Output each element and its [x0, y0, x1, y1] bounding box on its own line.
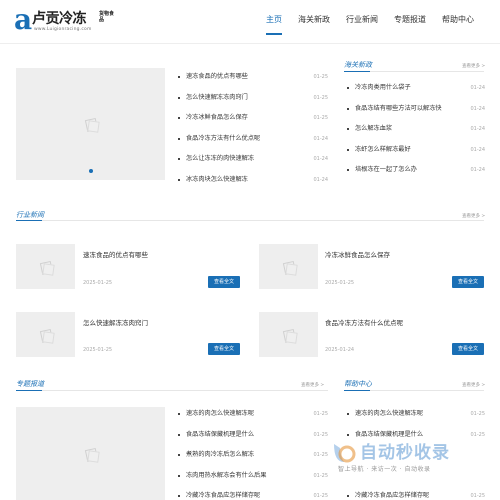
list-item[interactable]: 冷藏冷冻食品应怎样储存呢 01-25 [345, 486, 485, 500]
nav-customs-policy[interactable]: 海关新政 [290, 15, 338, 35]
industry-section-title: 行业新闻 [16, 211, 44, 219]
read-full-button[interactable]: 查看全文 [452, 343, 484, 355]
list-item[interactable]: 速冻的肉怎么快速解冻呢 01-25 [176, 404, 328, 425]
section-accent-bar [344, 390, 370, 391]
section-divider [16, 220, 484, 221]
logo-mark: a [14, 3, 33, 36]
featured-list: 速冻食品的优点有哪些 01-25 怎么快速解冻冻肉窍门 01-25 冷冻冰鲜食品怎么… [176, 67, 328, 190]
list-item[interactable]: 冻肉用热水解冻会有什么后果 01-25 [176, 466, 328, 487]
logo-url: www.Luigionracing.com [34, 27, 92, 32]
special-list: 速冻的肉怎么快速解冻呢 01-25 食品冻结保藏机理是什么 01-25 煮熟的肉冷冻… [176, 404, 328, 500]
logo-title: 卢贡冷冻 [32, 11, 87, 27]
list-item[interactable]: 速冻的肉怎么快速解冻呢 01-25 [345, 404, 485, 425]
news-card-date: 2025-01-24 [325, 347, 355, 353]
news-card-image[interactable] [259, 312, 318, 357]
slider-dot[interactable] [89, 169, 93, 173]
customs-more-link[interactable]: 查看更多 > [462, 63, 485, 69]
watermark-overlay: 自动秒收录 智上导航 · 来访一次 · 自动收录 [330, 438, 490, 488]
list-item[interactable]: 怎么解冻血浆 01-24 [345, 119, 485, 140]
image-placeholder-icon [39, 261, 53, 273]
list-item[interactable]: 怎么让冻冻的肉快速解冻 01-24 [176, 149, 328, 170]
list-item[interactable]: 冰冻肉块怎么快速解冻 01-24 [176, 170, 328, 191]
special-section-title: 专题报道 [16, 380, 44, 388]
customs-list: 冷冻肉类用什么袋子 01-24 食品冻结有哪些方法可以解冻快 01-24 怎么解冻血… [345, 78, 485, 181]
help-section-title: 帮助中心 [344, 380, 372, 388]
nav-industry-news[interactable]: 行业新闻 [338, 15, 386, 35]
section-accent-bar [16, 390, 42, 391]
special-image[interactable] [16, 407, 165, 500]
image-placeholder-icon [282, 261, 296, 273]
news-card-title[interactable]: 冷冻冰鲜食品怎么保存 [325, 249, 390, 259]
special-more-link[interactable]: 查看更多 > [301, 382, 324, 388]
list-item[interactable]: 冷冻冰鲜食品怎么保存 01-25 [176, 108, 328, 129]
news-card-title[interactable]: 食品冷冻方法有什么优点呢 [325, 317, 403, 327]
section-accent-bar [344, 71, 370, 72]
news-card-date: 2025-01-25 [83, 280, 113, 286]
list-item[interactable]: 冷藏冷冻食品应怎样储存呢 01-25 [176, 486, 328, 500]
list-item[interactable]: 冻虾怎么样解冻最好 01-24 [345, 140, 485, 161]
help-more-link[interactable]: 查看更多 > [462, 382, 485, 388]
list-item[interactable]: 培根冻在一起了怎么办 01-24 [345, 160, 485, 181]
image-placeholder-icon [84, 448, 98, 460]
news-card-date: 2025-01-25 [83, 347, 113, 353]
section-accent-bar [16, 220, 42, 221]
nav-help-center[interactable]: 帮助中心 [434, 15, 482, 35]
list-item[interactable]: 食品冷冻方法有什么优点呢 01-24 [176, 129, 328, 150]
customs-section-title: 海关新政 [344, 61, 372, 69]
list-item[interactable]: 冷冻肉类用什么袋子 01-24 [345, 78, 485, 99]
site-logo[interactable]: a 卢贡冷冻 货物食品 www.Luigionracing.com [14, 5, 114, 37]
list-item[interactable]: 怎么快速解冻冻肉窍门 01-25 [176, 88, 328, 109]
news-card-title[interactable]: 速冻食品的优点有哪些 [83, 249, 148, 259]
news-card-title[interactable]: 怎么快速解冻冻肉窍门 [83, 317, 148, 327]
site-header: a 卢贡冷冻 货物食品 www.Luigionracing.com 主页 海关新… [0, 0, 500, 44]
news-card-image[interactable] [259, 244, 318, 289]
nav-home[interactable]: 主页 [258, 15, 290, 35]
list-item[interactable]: 煮熟的肉冷冻后怎么解冻 01-25 [176, 445, 328, 466]
section-divider [16, 390, 328, 391]
watermark-subtext: 智上导航 · 来访一次 · 自动收录 [338, 466, 431, 473]
list-item[interactable]: 食品冻结保藏机理是什么 01-25 [176, 425, 328, 446]
read-full-button[interactable]: 查看全文 [208, 343, 240, 355]
industry-more-link[interactable]: 查看更多 > [462, 213, 485, 219]
watermark-text: 自动秒收录 [360, 443, 450, 463]
news-card-image[interactable] [16, 312, 75, 357]
logo-side-text: 货物食品 [99, 11, 115, 23]
news-card-image[interactable] [16, 244, 75, 289]
read-full-button[interactable]: 查看全文 [208, 276, 240, 288]
news-card-date: 2025-01-25 [325, 280, 355, 286]
image-placeholder-icon [282, 329, 296, 341]
main-nav: 主页 海关新政 行业新闻 专题报道 帮助中心 [258, 15, 482, 35]
image-placeholder-icon [39, 329, 53, 341]
image-placeholder-icon [84, 118, 98, 130]
featured-image[interactable] [16, 68, 165, 180]
read-full-button[interactable]: 查看全文 [452, 276, 484, 288]
nav-special-report[interactable]: 专题报道 [386, 15, 434, 35]
list-item[interactable]: 食品冻结有哪些方法可以解冻快 01-24 [345, 99, 485, 120]
list-item[interactable]: 速冻食品的优点有哪些 01-25 [176, 67, 328, 88]
